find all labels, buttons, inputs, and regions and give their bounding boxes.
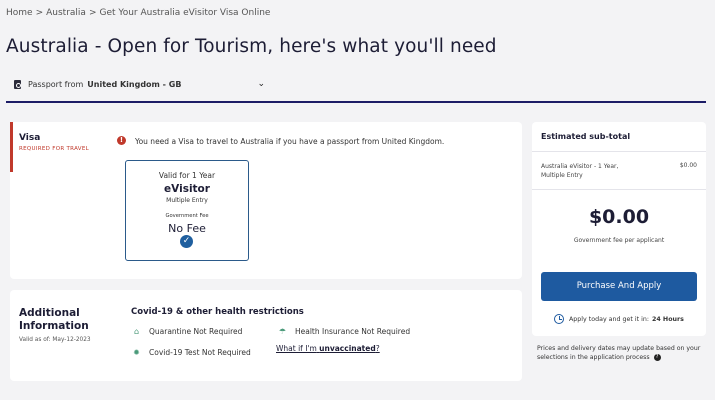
quarantine-requirement: ⌂ Quarantine Not Required bbox=[132, 327, 242, 336]
quarantine-text: Quarantine Not Required bbox=[149, 327, 243, 336]
virus-icon: ✹ bbox=[133, 348, 140, 357]
clock-icon bbox=[554, 314, 564, 324]
unvaccinated-link[interactable]: What if I'm unvaccinated? bbox=[276, 344, 380, 353]
visa-required-text: REQUIRED FOR TRAVEL bbox=[19, 146, 89, 152]
line-item-price: $0.00 bbox=[679, 162, 697, 169]
visa-option-entry: Multiple Entry bbox=[166, 197, 208, 204]
breadcrumb-current: Get Your Australia eVisitor Visa Online bbox=[99, 8, 271, 18]
test-requirement: ✹ Covid-19 Test Not Required bbox=[132, 348, 251, 357]
help-icon[interactable]: ? bbox=[653, 353, 661, 361]
prices-note-text: Prices and delivery dates may update bas… bbox=[537, 345, 701, 361]
chevron-down-icon[interactable]: ⌄ bbox=[257, 79, 265, 89]
processing-time: Apply today and get it in: 24 Hours bbox=[554, 314, 684, 324]
page-title: Australia - Open for Tourism, here's wha… bbox=[6, 36, 497, 57]
insurance-text: Health Insurance Not Required bbox=[295, 327, 411, 336]
breadcrumb-separator: > bbox=[88, 8, 97, 18]
divider bbox=[532, 189, 706, 190]
unvaccinated-word: unvaccinated bbox=[319, 344, 376, 353]
line-item-name: Australia eVisitor - 1 Year, Multiple En… bbox=[541, 163, 619, 179]
purchase-and-apply-button[interactable]: Purchase And Apply bbox=[541, 272, 697, 301]
subtotal-card bbox=[532, 122, 706, 336]
unvaccinated-suffix: ? bbox=[375, 344, 380, 353]
prices-note: Prices and delivery dates may update bas… bbox=[537, 344, 709, 362]
shield-icon: ☂ bbox=[278, 327, 287, 336]
alert-icon: ! bbox=[117, 136, 126, 145]
passport-country: United Kingdom - GB bbox=[87, 79, 182, 89]
insurance-requirement: ☂ Health Insurance Not Required bbox=[278, 327, 410, 336]
visa-required-strip bbox=[10, 122, 13, 172]
visa-option-fee-label: Government Fee bbox=[165, 213, 209, 219]
additional-info-card bbox=[10, 290, 522, 381]
section-divider bbox=[6, 101, 706, 103]
passport-icon bbox=[14, 79, 21, 89]
visa-alert-text: You need a Visa to travel to Australia i… bbox=[135, 137, 445, 146]
divider bbox=[532, 151, 706, 152]
total-price: $0.00 bbox=[588, 206, 650, 228]
visa-label: Visa bbox=[19, 133, 41, 143]
visa-option-fee: No Fee bbox=[168, 222, 206, 235]
breadcrumb: Home > Australia > Get Your Australia eVisit… bbox=[6, 8, 270, 18]
home-icon: ⌂ bbox=[133, 327, 140, 336]
breadcrumb-home[interactable]: Home bbox=[6, 8, 33, 18]
covid-restrictions-title: Covid-19 & other health restrictions bbox=[131, 307, 304, 317]
breadcrumb-separator: > bbox=[35, 8, 44, 18]
passport-selector[interactable]: Passport from United Kingdom - GB ⌄ bbox=[14, 79, 265, 89]
additional-info-title: Additional Information bbox=[19, 307, 89, 332]
subtotal-title: Estimated sub-total bbox=[541, 132, 631, 141]
test-text: Covid-19 Test Not Required bbox=[149, 348, 251, 357]
visa-option-name: eVisitor bbox=[164, 183, 210, 195]
breadcrumb-australia[interactable]: Australia bbox=[46, 8, 86, 18]
apply-note-text: Apply today and get it in: bbox=[569, 315, 649, 323]
unvaccinated-prefix: What if I'm bbox=[276, 344, 317, 353]
total-note: Government fee per applicant bbox=[573, 237, 665, 244]
visa-option-validity: Valid for 1 Year bbox=[158, 171, 216, 180]
passport-label: Passport from bbox=[28, 79, 84, 89]
info-valid-date: Valid as of: May-12-2023 bbox=[19, 337, 91, 343]
apply-time: 24 Hours bbox=[651, 315, 684, 323]
check-icon: ✓ bbox=[180, 235, 193, 248]
